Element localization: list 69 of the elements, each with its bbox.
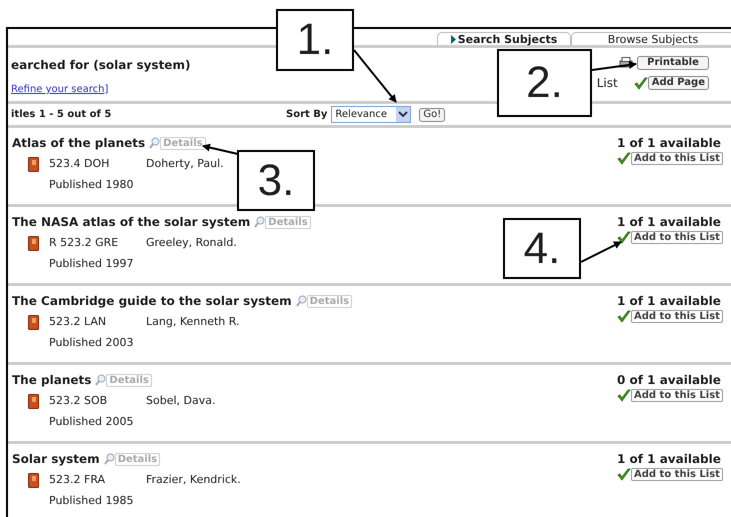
book-icon	[28, 314, 39, 330]
checkmark-icon	[617, 231, 631, 244]
author-name: Frazier, Kendrick.	[146, 472, 241, 488]
magnifier-icon	[254, 216, 266, 228]
results-count: itles 1 - 5 out of 5	[10, 108, 112, 122]
callout-arrow	[202, 144, 238, 155]
search-heading: earched for (solar system)	[10, 57, 190, 74]
callout-arrow	[580, 241, 622, 263]
sort-dropdown[interactable]: Relevance	[331, 106, 412, 123]
caret-icon	[396, 107, 410, 122]
checkmark-icon	[617, 310, 631, 323]
printable-button[interactable]: Printable	[637, 56, 709, 70]
callout-box: 3.	[237, 150, 315, 211]
callout-arrow	[592, 60, 637, 71]
list-label: List	[596, 75, 618, 92]
author-name: Greeley, Ronald.	[146, 235, 237, 251]
magnifier-icon	[296, 295, 307, 307]
add-to-list-button[interactable]: Add to this List	[631, 231, 723, 244]
call-number: 523.2 FRA	[49, 472, 106, 488]
book-title[interactable]: Solar system	[12, 450, 100, 468]
book-icon	[28, 236, 39, 251]
refine-search-link[interactable]: Refine your search	[11, 82, 105, 97]
add-page-button[interactable]: Add Page	[648, 76, 709, 90]
go-button[interactable]: Go!	[419, 108, 446, 122]
book-icon	[28, 394, 39, 409]
call-number: R 523.2 GRE	[49, 235, 120, 251]
add-to-list-button[interactable]: Add to this List	[631, 389, 723, 402]
magnifier-icon	[95, 374, 106, 386]
add-to-list-button[interactable]: Add to this List	[631, 152, 723, 165]
call-number: 523.4 DOH	[49, 156, 110, 172]
checkmark-icon	[634, 76, 648, 90]
add-to-list-button[interactable]: Add to this List	[631, 468, 723, 481]
sort-label: Sort By	[286, 108, 328, 122]
bracket-text: ]	[104, 83, 108, 97]
tab[interactable]: Search Subjects	[437, 32, 571, 45]
availability-text: 1 of 1 available	[617, 135, 721, 152]
publication-year: Published 2005	[49, 414, 134, 430]
add-to-list-button[interactable]: Add to this List	[631, 310, 723, 323]
callout-box: 1.	[276, 9, 354, 71]
book-title[interactable]: The Cambridge guide to the solar system	[12, 292, 292, 310]
availability-text: 1 of 1 available	[617, 214, 721, 231]
printer-icon	[619, 57, 633, 69]
magnifier-icon	[104, 453, 115, 465]
publication-year: Published 1985	[49, 492, 134, 508]
checkmark-icon	[617, 389, 631, 402]
book-title[interactable]: Atlas of the planets	[12, 134, 146, 152]
callout-box: 2.	[497, 49, 592, 117]
availability-text: 1 of 1 available	[617, 293, 721, 310]
publication-year: Published 1997	[49, 256, 134, 272]
publication-year: Published 2003	[49, 334, 134, 350]
checkmark-icon	[617, 468, 631, 481]
checkmark-icon	[617, 152, 631, 165]
author-name: Lang, Kenneth R.	[146, 314, 240, 330]
book-title[interactable]: The NASA atlas of the solar system	[12, 213, 250, 231]
book-title[interactable]: The planets	[12, 371, 92, 389]
call-number: 523.2 SOB	[49, 393, 108, 409]
book-icon	[28, 156, 39, 172]
pointer-icon	[450, 34, 456, 44]
callout-box: 4.	[503, 218, 581, 279]
author-name: Doherty, Paul.	[146, 156, 224, 172]
tab[interactable]: Browse Subjects	[571, 32, 731, 45]
author-name: Sobel, Dava.	[146, 393, 216, 409]
magnifier-icon	[149, 137, 160, 149]
availability-text: 1 of 1 available	[617, 451, 721, 468]
call-number: 523.2 LAN	[49, 314, 108, 330]
callout-arrow	[353, 49, 397, 103]
availability-text: 0 of 1 available	[617, 372, 721, 389]
book-icon	[28, 472, 39, 488]
publication-year: Published 1980	[49, 176, 134, 192]
